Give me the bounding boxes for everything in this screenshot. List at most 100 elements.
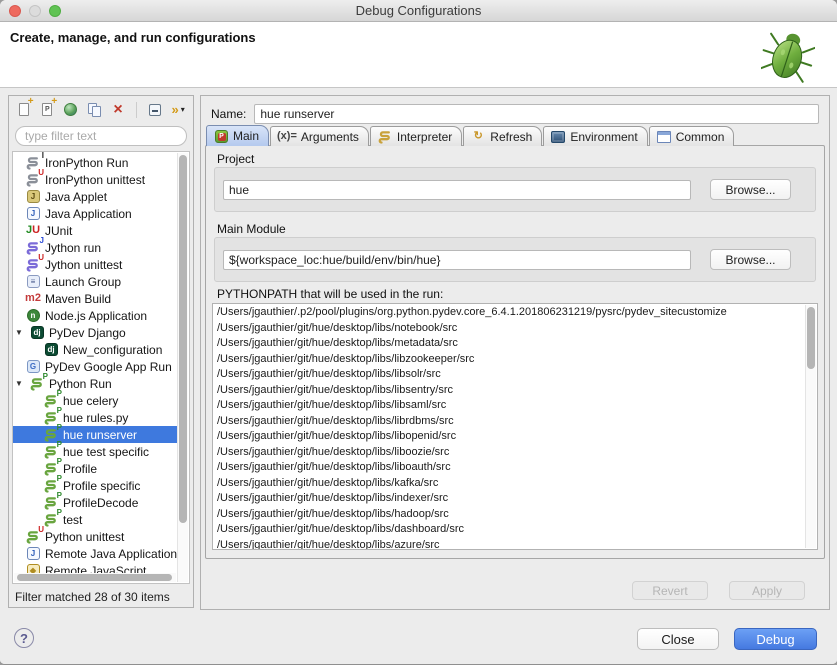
tree-item-pydev-google-app-run[interactable]: GPyDev Google App Run xyxy=(13,358,177,375)
tab-environment[interactable]: Environment xyxy=(543,126,647,146)
duplicate-icon xyxy=(92,106,101,117)
configurations-tree[interactable]: IIronPython RunUIronPython unittestJJava… xyxy=(12,151,190,584)
tree-item-label: hue runserver xyxy=(63,428,137,442)
pythonpath-entry[interactable]: /Users/jgauthier/.p2/pool/plugins/org.py… xyxy=(213,305,804,321)
tree-item-hue-celery[interactable]: Phue celery xyxy=(13,392,177,409)
gae-icon: G xyxy=(25,359,41,374)
main-tab-icon: P xyxy=(213,129,229,144)
filter-icon: ▾ xyxy=(181,105,185,114)
pythonpath-entry[interactable]: /Users/jgauthier/git/hue/desktop/libs/li… xyxy=(213,445,804,461)
pythonpath-entry[interactable]: /Users/jgauthier/git/hue/desktop/libs/no… xyxy=(213,321,804,337)
name-label: Name: xyxy=(211,107,246,121)
tab-refresh[interactable]: ↻Refresh xyxy=(463,126,542,146)
tree-item-java-application[interactable]: JJava Application xyxy=(13,205,177,222)
debug-configurations-dialog: Debug Configurations Create, manage, and… xyxy=(0,0,837,665)
revert-button[interactable]: Revert xyxy=(632,581,708,600)
pythonpath-entry[interactable]: /Users/jgauthier/git/hue/desktop/libs/in… xyxy=(213,491,804,507)
pythonpath-entry[interactable]: /Users/jgauthier/git/hue/desktop/libs/da… xyxy=(213,522,804,538)
twistie-expanded-icon[interactable]: ▼ xyxy=(15,328,29,337)
pythonpath-entry[interactable]: /Users/jgauthier/git/hue/desktop/libs/az… xyxy=(213,538,804,550)
pythonpath-entry[interactable]: /Users/jgauthier/git/hue/desktop/libs/ha… xyxy=(213,507,804,523)
delete-launch-configuration-button[interactable]: × xyxy=(110,101,126,118)
tree-item-junit[interactable]: JUJUnit xyxy=(13,222,177,239)
tree-item-python-unittest[interactable]: U Python unittest xyxy=(13,528,177,545)
pythonpath-entry[interactable]: /Users/jgauthier/git/hue/desktop/libs/li… xyxy=(213,460,804,476)
help-button[interactable]: ? xyxy=(14,628,34,648)
tree-item-label: PyDev Django xyxy=(49,326,126,340)
titlebar[interactable]: Debug Configurations xyxy=(0,0,837,22)
tree-item-profiledecode[interactable]: PProfileDecode xyxy=(13,494,177,511)
tree-item-python-run[interactable]: ▼PPython Run xyxy=(13,375,177,392)
pythonpath-scrollbar-thumb[interactable] xyxy=(807,307,815,369)
tree-item-label: Remote Java Application xyxy=(45,547,177,561)
tree-item-hue-runserver[interactable]: Phue runserver xyxy=(13,426,177,443)
new-launch-configuration-prototype-button[interactable]: P+ xyxy=(40,101,56,118)
tab-arguments[interactable]: (x)=Arguments xyxy=(270,126,369,146)
tree-item-pydev-django[interactable]: ▼djPyDev Django xyxy=(13,324,177,341)
new-launch-configuration-button[interactable]: + xyxy=(16,101,32,118)
tab-label: Environment xyxy=(570,130,637,144)
interpreter-icon xyxy=(377,129,393,144)
close-button[interactable]: Close xyxy=(637,628,719,650)
python-unittest-icon: U xyxy=(25,529,41,544)
duplicate-launch-configuration-button[interactable] xyxy=(87,101,103,118)
tree-item-label: Java Applet xyxy=(45,190,107,204)
pythonpath-entry[interactable]: /Users/jgauthier/git/hue/desktop/libs/li… xyxy=(213,398,804,414)
filter-input[interactable] xyxy=(15,126,187,146)
environment-icon xyxy=(550,129,566,144)
tree-item-profile-specific[interactable]: PProfile specific xyxy=(13,477,177,494)
maven-icon: m2 xyxy=(25,291,41,306)
tree-item-java-applet[interactable]: JJava Applet xyxy=(13,188,177,205)
tree-item-hue-rules-py[interactable]: Phue rules.py xyxy=(13,409,177,426)
pythonpath-entry[interactable]: /Users/jgauthier/git/hue/desktop/libs/me… xyxy=(213,336,804,352)
pythonpath-vertical-scrollbar[interactable] xyxy=(805,305,816,548)
ironpython-unittest-icon: U xyxy=(25,172,41,187)
pythonpath-entry[interactable]: /Users/jgauthier/git/hue/desktop/libs/ka… xyxy=(213,476,804,492)
tree-item-profile[interactable]: PProfile xyxy=(13,460,177,477)
apply-button[interactable]: Apply xyxy=(729,581,805,600)
tree-item-remote-java-application[interactable]: JRemote Java Application xyxy=(13,545,177,562)
tree-item-label: Python unittest xyxy=(45,530,124,544)
pythonpath-list[interactable]: /Users/jgauthier/.p2/pool/plugins/org.py… xyxy=(212,303,818,550)
tree-item-new-configuration[interactable]: djNew_configuration xyxy=(13,341,177,358)
tree-vertical-scrollbar-thumb[interactable] xyxy=(179,155,187,523)
tree-item-label: Launch Group xyxy=(45,275,121,289)
tree-item-label: hue test specific xyxy=(63,445,149,459)
filter-launch-configurations-button[interactable]: »▾ xyxy=(170,101,186,118)
name-input[interactable] xyxy=(254,104,819,124)
main-module-browse-button[interactable]: Browse... xyxy=(710,249,791,270)
pythonpath-entry[interactable]: /Users/jgauthier/git/hue/desktop/libs/li… xyxy=(213,352,804,368)
tree-item-label: hue rules.py xyxy=(63,411,128,425)
pythonpath-entry[interactable]: /Users/jgauthier/git/hue/desktop/libs/li… xyxy=(213,367,804,383)
main-module-input[interactable] xyxy=(223,250,691,270)
toolbar-separator xyxy=(136,102,137,118)
export-launch-configurations-button[interactable] xyxy=(63,101,79,118)
tree-item-launch-group[interactable]: ≡ Launch Group xyxy=(13,273,177,290)
jython-unittest-icon: U xyxy=(25,257,41,272)
twistie-expanded-icon[interactable]: ▼ xyxy=(15,379,29,388)
tree-item-jython-unittest[interactable]: UJython unittest xyxy=(13,256,177,273)
new-prototype-icon: + xyxy=(51,97,57,107)
debug-button[interactable]: Debug xyxy=(734,628,817,650)
collapse-all-button[interactable] xyxy=(147,101,163,118)
tree-item-ironpython-unittest[interactable]: UIronPython unittest xyxy=(13,171,177,188)
debug-bug-icon xyxy=(761,26,815,89)
tree-vertical-scrollbar[interactable] xyxy=(177,153,188,582)
tree-item-node-js-application[interactable]: nNode.js Application xyxy=(13,307,177,324)
launch-group-icon: ≡ xyxy=(25,274,41,289)
tree-item-label: Profile specific xyxy=(63,479,140,493)
project-browse-button[interactable]: Browse... xyxy=(710,179,791,200)
pythonpath-entry[interactable]: /Users/jgauthier/git/hue/desktop/libs/li… xyxy=(213,383,804,399)
tree-horizontal-scrollbar-thumb[interactable] xyxy=(17,574,172,581)
tab-interpreter[interactable]: Interpreter xyxy=(370,126,462,146)
new-config-icon: + xyxy=(28,97,34,107)
tree-item-hue-test-specific[interactable]: Phue test specific xyxy=(13,443,177,460)
pythonpath-entry[interactable]: /Users/jgauthier/git/hue/desktop/libs/li… xyxy=(213,414,804,430)
tab-common[interactable]: Common xyxy=(649,126,735,146)
project-input[interactable] xyxy=(223,180,691,200)
project-group: Browse... xyxy=(214,167,816,212)
tab-main[interactable]: PMain xyxy=(206,125,269,146)
tree-horizontal-scrollbar[interactable] xyxy=(14,573,176,582)
pythonpath-entry[interactable]: /Users/jgauthier/git/hue/desktop/libs/li… xyxy=(213,429,804,445)
tree-item-maven-build[interactable]: m2Maven Build xyxy=(13,290,177,307)
